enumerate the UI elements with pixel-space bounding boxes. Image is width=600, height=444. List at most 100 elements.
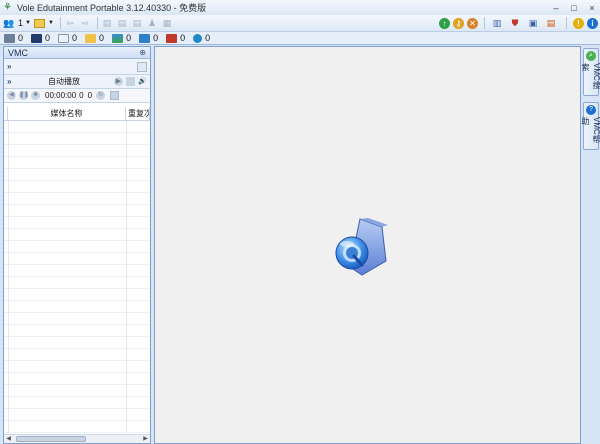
picture-icon [139,33,151,43]
counter-value: 0 [126,33,132,43]
chevron-down-icon[interactable]: ▼ [48,17,54,29]
table-row[interactable] [4,205,150,217]
tools-icon[interactable]: ✕ [467,17,478,29]
document-icon[interactable]: ▤ [101,17,113,29]
search-icon: ⌕ [586,51,596,61]
table-row[interactable] [4,193,150,205]
forward-arrow-icon[interactable]: ⇨ [79,17,91,29]
main-display-area [154,46,581,444]
right-side-tabbar: ⌕ VMC搜索 ? VMC帮助 [581,46,600,444]
stop-icon[interactable]: ■ [31,91,40,100]
window-icon[interactable] [34,18,46,28]
horizontal-scrollbar[interactable]: ◀ ▶ [4,434,150,443]
close-button[interactable]: × [586,2,598,14]
volume-icon[interactable]: 🔊 [138,77,147,86]
table-row[interactable] [4,397,150,409]
vmc-panel-title: VMC [8,47,28,58]
profile-count[interactable]: 1 [18,18,23,28]
counter-value: 0 [180,33,186,43]
table-row[interactable] [4,361,150,373]
table-row[interactable] [4,241,150,253]
table-row[interactable] [4,181,150,193]
pause-icon[interactable]: ❚❚ [19,91,29,100]
toolbar-separator [97,17,99,29]
maximize-button[interactable]: □ [568,2,580,14]
table-row[interactable] [4,217,150,229]
player-controls: ◀ ❚❚ ■ 00:00:00 0 0 ↻ [4,89,150,103]
table-row[interactable] [4,301,150,313]
section-button[interactable] [137,61,147,72]
table-row[interactable] [4,277,150,289]
monitor-icon[interactable]: ▣ [527,17,539,29]
shield-icon[interactable]: ⛊ [509,17,521,29]
table-row[interactable] [4,337,150,349]
scrollbar-thumb[interactable] [16,436,86,442]
table-row[interactable] [4,325,150,337]
column-header-media-name[interactable]: 媒体名称 [8,107,126,120]
minimize-button[interactable]: – [550,2,562,14]
table-row[interactable] [4,145,150,157]
scroll-left-icon[interactable]: ◀ [4,435,13,444]
info-badge-icon[interactable]: ! [573,17,584,29]
monitor-icon [4,33,15,43]
folder-icon[interactable]: ▦ [161,17,173,29]
settings-button[interactable] [110,91,120,100]
vmc-panel-header: VMC ⊕ [4,47,150,59]
back-arrow-icon[interactable]: ⇦ [64,17,76,29]
counter-item[interactable]: 0 [31,33,50,43]
table-row[interactable] [4,289,150,301]
table-row[interactable] [4,421,150,433]
previous-icon[interactable]: ◀ [7,91,16,100]
counter-item[interactable]: 0 [4,33,23,43]
media-table-body [4,121,150,433]
table-row[interactable] [4,121,150,133]
chevron-down-icon[interactable]: ▼ [25,17,31,29]
repeat-icon[interactable]: ↻ [96,91,106,100]
disk-icon [31,33,43,43]
autoplay-section: » 自动播放 ▶ 🔊 [4,75,150,89]
table-row[interactable] [4,253,150,265]
autoplay-label: 自动播放 [48,77,80,86]
counter-item[interactable]: 0 [166,33,185,43]
toolbar-right-group: ↑ ⚷ ✕ ▥ ⛊ ▣ ▤ ! i [439,17,598,29]
table-row[interactable] [4,313,150,325]
tab-vmc-help[interactable]: ? VMC帮助 [581,102,600,150]
profile-icon[interactable]: 👥 [3,17,15,29]
app-logo-icon: ⚘ [3,1,12,13]
table-row[interactable] [4,229,150,241]
counter-item[interactable]: 0 [112,33,131,43]
info-icon[interactable]: i [587,17,598,29]
table-row[interactable] [4,265,150,277]
document-icon[interactable]: ▤ [131,17,143,29]
column-header-repeat-count[interactable]: 重复次数 [126,107,150,120]
table-row[interactable] [4,349,150,361]
pin-icon[interactable]: ⊕ [139,48,146,57]
table-row[interactable] [4,157,150,169]
counter-item[interactable]: 0 [193,33,210,43]
play-icon[interactable]: ▶ [114,77,123,86]
table-row[interactable] [4,133,150,145]
key-icon[interactable]: ⚷ [453,17,464,29]
table-row[interactable] [4,409,150,421]
upload-icon[interactable]: ↑ [439,17,450,29]
collapse-chevron-icon[interactable]: » [7,77,17,86]
document-icon[interactable]: ▤ [116,17,128,29]
title-bar: ⚘ Vole Edutainment Portable 3.12.40330 -… [0,0,600,15]
column-divider [8,121,9,433]
media-table-header: 媒体名称 重复次数 [4,107,150,121]
stop-icon[interactable] [126,77,135,86]
panel-icon[interactable]: ▥ [491,17,503,29]
tab-vmc-search[interactable]: ⌕ VMC搜索 [581,48,600,96]
scroll-right-icon[interactable]: ▶ [141,435,150,444]
collapse-chevron-icon[interactable]: » [7,62,17,71]
counter-item[interactable]: 0 [139,33,158,43]
counter-item[interactable]: 0 [58,33,77,43]
table-row[interactable] [4,385,150,397]
table-row[interactable] [4,373,150,385]
layout-icon[interactable]: ▤ [545,17,557,29]
user-icon[interactable]: ♟ [146,17,158,29]
table-row[interactable] [4,169,150,181]
total-value: 0 [87,91,93,100]
help-icon: ? [586,105,596,115]
counter-item[interactable]: 0 [85,33,104,43]
